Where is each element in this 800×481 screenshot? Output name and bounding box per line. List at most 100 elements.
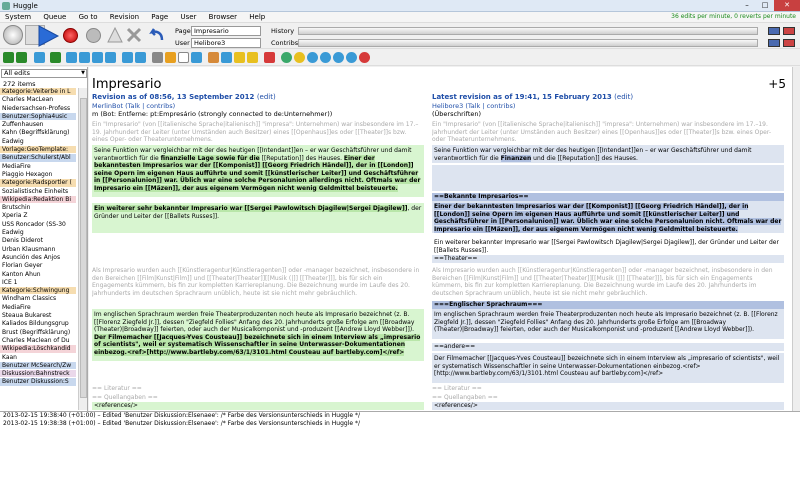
view-icon[interactable]	[221, 52, 232, 63]
queue-item[interactable]: Benutzer:Sophia4usic	[0, 112, 76, 122]
menu-queue[interactable]: Queue	[38, 12, 71, 23]
diff-scrollbar[interactable]	[792, 67, 800, 411]
menu-page[interactable]: Page	[146, 12, 173, 23]
question-icon[interactable]	[86, 28, 101, 43]
block-icon[interactable]	[346, 52, 357, 63]
queue-item[interactable]: Charles MacLean	[0, 96, 76, 105]
huggle-logo-icon[interactable]	[3, 25, 23, 45]
next-icon[interactable]	[92, 52, 103, 63]
minimize-button[interactable]: –	[738, 0, 756, 11]
menu-user[interactable]: User	[175, 12, 201, 23]
queue-item[interactable]: Sozialistische Einheits	[0, 187, 76, 196]
prev-icon[interactable]	[79, 52, 90, 63]
folder-icon[interactable]	[234, 52, 245, 63]
message-icon[interactable]	[320, 52, 331, 63]
menu-help[interactable]: Help	[244, 12, 270, 23]
contribs-flag-icon[interactable]	[768, 39, 780, 47]
close-button[interactable]: ✕	[774, 0, 800, 11]
queue-item[interactable]: Kahn (Begriffsklärung)	[0, 129, 76, 138]
queue-item[interactable]: Eadwig	[0, 137, 76, 147]
talk-icon[interactable]	[307, 52, 318, 63]
queue-filter-select[interactable]: All edits ▼	[1, 69, 87, 78]
note-icon[interactable]	[247, 52, 258, 63]
user-input[interactable]: Helibore3	[191, 38, 261, 48]
page-icon[interactable]	[178, 52, 189, 63]
queue-item[interactable]: USS Roncador (SS-30	[0, 220, 76, 230]
report-icon[interactable]	[126, 27, 142, 43]
stop-icon[interactable]	[63, 28, 78, 43]
queue-item[interactable]: Eadwig	[0, 229, 76, 238]
right-edit-link[interactable]: (edit)	[614, 93, 633, 101]
compare-icon[interactable]	[135, 52, 146, 63]
contribs-strip[interactable]	[298, 39, 758, 47]
history-flag-icon[interactable]	[768, 27, 780, 35]
left-contribs-link[interactable]: contribs	[146, 102, 172, 110]
left-user-link[interactable]: MerlinBot	[92, 102, 123, 110]
queue-item[interactable]: Charles Maclean of Du	[0, 336, 76, 346]
queue-item[interactable]: Vorlage:GeoTemplate:	[0, 146, 76, 155]
page-input[interactable]: Impresario	[191, 26, 261, 36]
queue-item[interactable]: Niedersachsen-Profess	[0, 104, 76, 113]
contribs-alert-icon[interactable]	[783, 39, 795, 47]
queue-item[interactable]: Windham Classics	[0, 295, 76, 304]
tag-icon[interactable]	[165, 52, 176, 63]
queue-item[interactable]: Urban Klausmann	[0, 245, 76, 254]
queue-item[interactable]: Diskussion:Bahnstreck	[0, 370, 76, 379]
right-contribs-link[interactable]: contribs	[487, 102, 513, 110]
menu-revision[interactable]: Revision	[105, 12, 144, 23]
queue-item[interactable]: Wikipedia:Löschkandid	[0, 345, 76, 354]
menu-goto[interactable]: Go to	[74, 12, 103, 23]
left-edit-link[interactable]: (edit)	[257, 93, 276, 101]
last-icon[interactable]	[105, 52, 116, 63]
next-edit-icon[interactable]	[36, 24, 60, 48]
queue-item[interactable]: Denis Diderot	[0, 237, 76, 246]
delete-icon[interactable]	[264, 52, 275, 63]
warning-icon[interactable]	[107, 27, 123, 43]
watch-icon[interactable]	[333, 52, 344, 63]
queue-item[interactable]: Asunción des Anjos	[0, 253, 76, 263]
edit-pencil-icon[interactable]	[208, 52, 219, 63]
queue-item[interactable]: Kategorie:Veiterbe in L	[0, 88, 76, 97]
queue-item[interactable]: Kategorie:Radsportler (	[0, 179, 76, 188]
history-alert-icon[interactable]	[783, 27, 795, 35]
queue-item[interactable]: ICE 1	[0, 278, 76, 288]
arrow-right-icon[interactable]	[16, 52, 27, 63]
first-icon[interactable]	[66, 52, 77, 63]
queue-item[interactable]: Piaggio Hexagon	[0, 170, 76, 180]
diff-icon[interactable]	[122, 52, 133, 63]
queue-item[interactable]: MediaFire	[0, 162, 76, 171]
left-talk-link[interactable]: Talk	[128, 102, 140, 110]
revert-icon[interactable]	[148, 26, 166, 44]
left-user-line: MerlinBot (Talk | contribs)	[92, 102, 176, 110]
queue-item[interactable]: Kaan	[0, 353, 76, 362]
add-icon[interactable]	[50, 52, 61, 63]
queue-item[interactable]: Brust (Begriffsklärung)	[0, 328, 76, 337]
queue-item[interactable]: Steaua Bukarest	[0, 312, 76, 321]
right-user-link[interactable]: Helibore3	[432, 102, 463, 110]
queue-item[interactable]: Zuffenhausen	[0, 121, 76, 130]
menu-browser[interactable]: Browser	[204, 12, 242, 23]
queue-item[interactable]: Xperia Z	[0, 212, 76, 221]
queue-item[interactable]: MediaFire	[0, 303, 76, 313]
history-strip[interactable]	[298, 27, 758, 35]
document-icon[interactable]	[152, 52, 163, 63]
refresh-icon[interactable]	[34, 52, 45, 63]
queue-item[interactable]: Benutzer:Schulerst/Abl	[0, 154, 76, 163]
queue-item[interactable]: Kanton Ahun	[0, 270, 76, 279]
right-talk-link[interactable]: Talk	[468, 102, 480, 110]
queue-item[interactable]: Kaliados Bildungsgrup	[0, 320, 76, 329]
queue-item[interactable]: Benutzer Diskussion:S	[0, 378, 76, 387]
menu-system[interactable]: System	[0, 12, 36, 23]
queue-item[interactable]: Brutschin	[0, 204, 76, 213]
arrow-left-icon[interactable]	[3, 52, 14, 63]
queue-item[interactable]: Wikipedia:Redaktion Bi	[0, 195, 76, 205]
queue-item[interactable]: Kategorie:Schwingung	[0, 287, 76, 296]
table-icon[interactable]	[191, 52, 202, 63]
maximize-button[interactable]: □	[756, 0, 774, 11]
queue-item[interactable]: Florian Geyer	[0, 262, 76, 271]
queue-scrollbar[interactable]	[78, 88, 87, 410]
protect-icon[interactable]	[359, 52, 370, 63]
queue-item[interactable]: Benutzer McSearch/Zw	[0, 361, 76, 371]
smile-icon[interactable]	[294, 52, 305, 63]
user-icon[interactable]	[281, 52, 292, 63]
